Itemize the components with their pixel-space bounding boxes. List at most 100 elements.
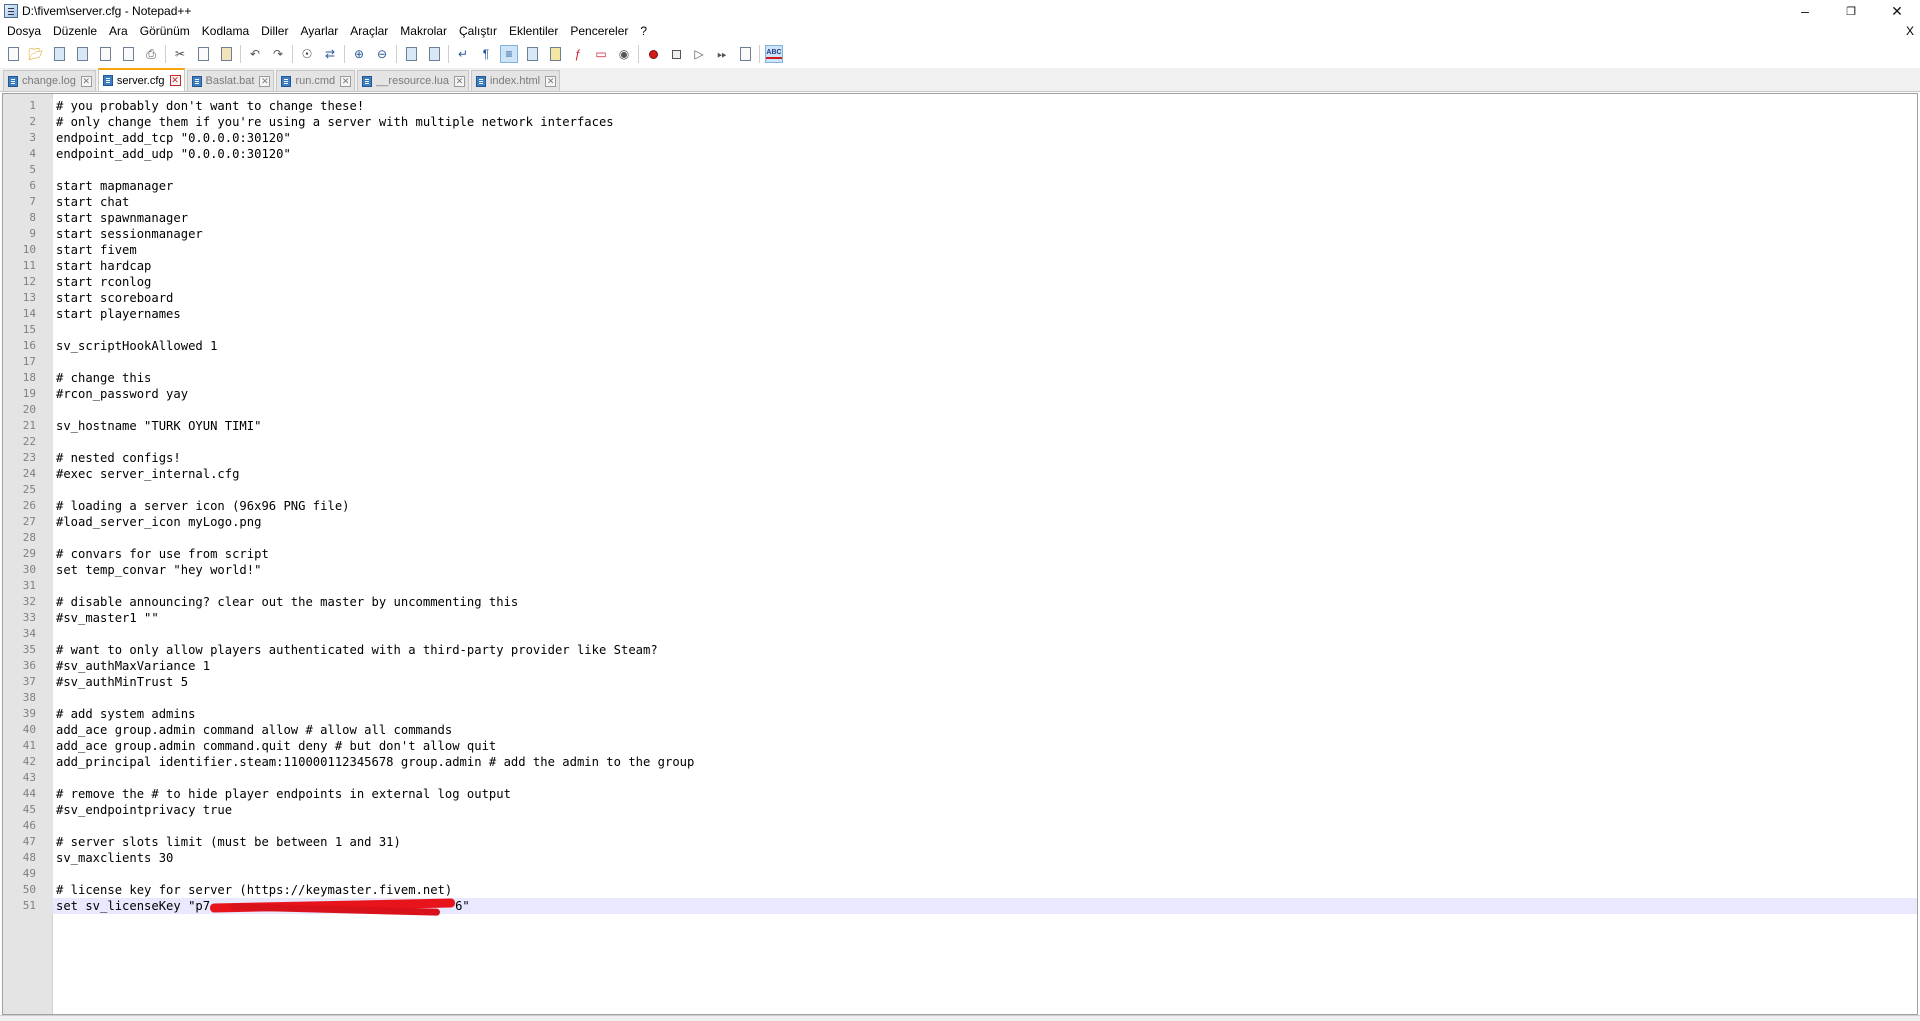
line-text[interactable] [53,578,56,594]
tab-index-html[interactable]: index.html ✕ [470,70,561,91]
line-text[interactable]: # server slots limit (must be between 1 … [53,834,401,850]
text-editor[interactable]: 1 # you probably don't want to change the… [2,93,1918,1015]
close-window-button[interactable]: ✕ [1874,0,1920,22]
editor-line[interactable]: 38 [3,690,1917,706]
line-text[interactable]: start fivem [53,242,137,258]
line-text[interactable] [53,690,56,706]
indent-guide-button[interactable]: ≡ [500,45,518,63]
line-text[interactable]: #sv_authMinTrust 5 [53,674,188,690]
sync-vertical-button[interactable] [402,45,420,63]
line-text[interactable]: #sv_endpointprivacy true [53,802,232,818]
line-text[interactable]: # nested configs! [53,450,181,466]
line-text[interactable]: # convars for use from script [53,546,269,562]
close-file-button[interactable] [96,45,114,63]
line-text[interactable] [53,482,56,498]
editor-line[interactable]: 36 #sv_authMaxVariance 1 [3,658,1917,674]
line-text[interactable]: #sv_authMaxVariance 1 [53,658,210,674]
tab-change-log[interactable]: change.log ✕ [3,70,96,91]
save-all-button[interactable] [73,45,91,63]
function-list-button[interactable] [546,45,564,63]
editor-line[interactable]: 40 add_ace group.admin command allow # al… [3,722,1917,738]
paste-button[interactable] [217,45,235,63]
line-text[interactable]: #load_server_icon myLogo.png [53,514,261,530]
menu-ara[interactable]: Ara [104,22,135,41]
line-text[interactable]: #rcon_password yay [53,386,188,402]
line-text[interactable]: # loading a server icon (96x96 PNG file) [53,498,350,514]
editor-line[interactable]: 24 #exec server_internal.cfg [3,466,1917,482]
menu-gorunum[interactable]: Görünüm [135,22,197,41]
menu-araclar[interactable]: Araçlar [345,22,395,41]
tab-close-icon[interactable]: ✕ [80,75,92,87]
play-macro-button[interactable]: ▷ [690,45,708,63]
editor-line[interactable]: 12 start rconlog [3,274,1917,290]
tab-close-icon[interactable]: ✕ [169,75,181,86]
line-text[interactable]: # you probably don't want to change thes… [53,98,364,114]
line-text[interactable]: add_ace group.admin command allow # allo… [53,722,452,738]
menu-dosya[interactable]: Dosya [2,22,48,41]
show-all-chars-button[interactable]: ¶ [477,45,495,63]
editor-line[interactable]: 10 start fivem [3,242,1917,258]
doc-map-button[interactable] [523,45,541,63]
menu-pencereler[interactable]: Pencereler [565,22,635,41]
redo-button[interactable]: ↷ [269,45,287,63]
line-text[interactable]: start sessionmanager [53,226,203,242]
editor-line[interactable]: 18 # change this [3,370,1917,386]
editor-line[interactable]: 15 [3,322,1917,338]
editor-line[interactable]: 31 [3,578,1917,594]
editor-line[interactable]: 27 #load_server_icon myLogo.png [3,514,1917,530]
line-text[interactable]: add_principal identifier.steam:110000112… [53,754,694,770]
line-text[interactable]: sv_maxclients 30 [53,850,173,866]
editor-line[interactable]: 16 sv_scriptHookAllowed 1 [3,338,1917,354]
monitoring-button[interactable]: ▭ [592,45,610,63]
editor-line[interactable]: 48 sv_maxclients 30 [3,850,1917,866]
line-text[interactable]: start chat [53,194,129,210]
undo-button[interactable]: ↶ [246,45,264,63]
line-text[interactable]: start spawnmanager [53,210,188,226]
line-text[interactable]: #exec server_internal.cfg [53,466,239,482]
line-text[interactable]: # disable announcing? clear out the mast… [53,594,518,610]
line-text[interactable]: set sv_licenseKey "p7 6" [53,898,470,914]
eye-button[interactable]: ◉ [615,45,633,63]
editor-line[interactable]: 2 # only change them if you're using a se… [3,114,1917,130]
record-macro-button[interactable] [644,45,662,63]
editor-line[interactable]: 1 # you probably don't want to change the… [3,98,1917,114]
editor-line[interactable]: 11 start hardcap [3,258,1917,274]
editor-line[interactable]: 19 #rcon_password yay [3,386,1917,402]
line-text[interactable]: sv_scriptHookAllowed 1 [53,338,217,354]
run-macro-multiple-button[interactable]: ⏩︎ [713,45,731,63]
editor-line[interactable]: 51 set sv_licenseKey "p7 6" [3,898,1917,914]
tab-close-icon[interactable]: ✕ [453,75,465,87]
menu-kodlama[interactable]: Kodlama [197,22,256,41]
line-text[interactable]: add_ace group.admin command.quit deny # … [53,738,496,754]
menu-eklentiler[interactable]: Eklentiler [504,22,565,41]
editor-line[interactable]: 50 # license key for server (https://keym… [3,882,1917,898]
folder-workspace-button[interactable]: ƒ [569,45,587,63]
new-file-button[interactable] [4,45,22,63]
menu-help[interactable]: ? [635,22,654,41]
editor-line[interactable]: 34 [3,626,1917,642]
editor-line[interactable]: 23 # nested configs! [3,450,1917,466]
line-text[interactable] [53,402,56,418]
close-document-button[interactable]: X [1906,22,1914,41]
line-text[interactable] [53,322,56,338]
tab-resource-lua[interactable]: __resource.lua ✕ [357,70,469,91]
menu-duzenle[interactable]: Düzenle [48,22,104,41]
line-text[interactable]: start rconlog [53,274,151,290]
line-text[interactable]: start hardcap [53,258,151,274]
menu-ayarlar[interactable]: Ayarlar [295,22,345,41]
open-file-button[interactable]: 📂︎ [27,45,45,63]
editor-line[interactable]: 3 endpoint_add_tcp "0.0.0.0:30120" [3,130,1917,146]
editor-line[interactable]: 45 #sv_endpointprivacy true [3,802,1917,818]
line-text[interactable]: start mapmanager [53,178,173,194]
editor-line[interactable]: 39 # add system admins [3,706,1917,722]
line-text[interactable]: # only change them if you're using a ser… [53,114,614,130]
line-text[interactable]: # change this [53,370,151,386]
sync-horizontal-button[interactable] [425,45,443,63]
editor-line[interactable]: 33 #sv_master1 "" [3,610,1917,626]
menu-calistir[interactable]: Çalıştır [454,22,504,41]
word-wrap-button[interactable]: ↵ [454,45,472,63]
editor-line[interactable]: 7 start chat [3,194,1917,210]
line-text[interactable]: sv_hostname "TURK OYUN TIMI" [53,418,261,434]
editor-line[interactable]: 25 [3,482,1917,498]
editor-line[interactable]: 44 # remove the # to hide player endpoint… [3,786,1917,802]
